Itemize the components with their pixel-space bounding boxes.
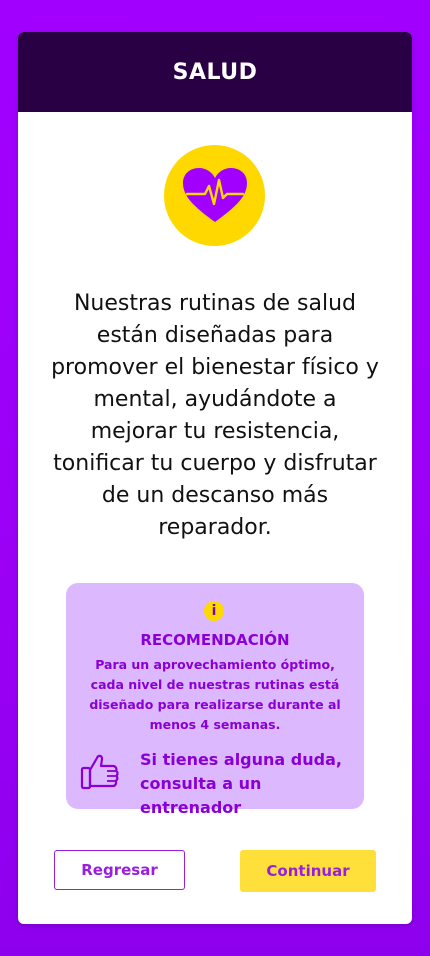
- recommendation-box: i RECOMENDACIÓN Para un aprovechamiento …: [66, 583, 364, 817]
- description-text: Nuestras rutinas de salud están diseñada…: [51, 291, 379, 540]
- recommendation-title: RECOMENDACIÓN: [140, 631, 290, 649]
- header: SALUD: [18, 32, 412, 112]
- recommendation-text: Para un aprovechamiento óptimo, cada niv…: [89, 657, 341, 732]
- back-button[interactable]: Regresar: [54, 850, 185, 890]
- heart-pulse-icon: [164, 145, 265, 246]
- content-card: SALUD Nuestras rutinas de salud están di…: [18, 32, 412, 924]
- heart-pulse-svg: [182, 167, 247, 222]
- page-title: SALUD: [172, 59, 258, 85]
- trainer-cta-text: Si tienes alguna duda, consulta a un ent…: [140, 750, 342, 817]
- continue-button[interactable]: Continuar: [240, 850, 376, 892]
- thumbs-up-icon: [80, 754, 119, 790]
- info-icon: i: [204, 601, 224, 621]
